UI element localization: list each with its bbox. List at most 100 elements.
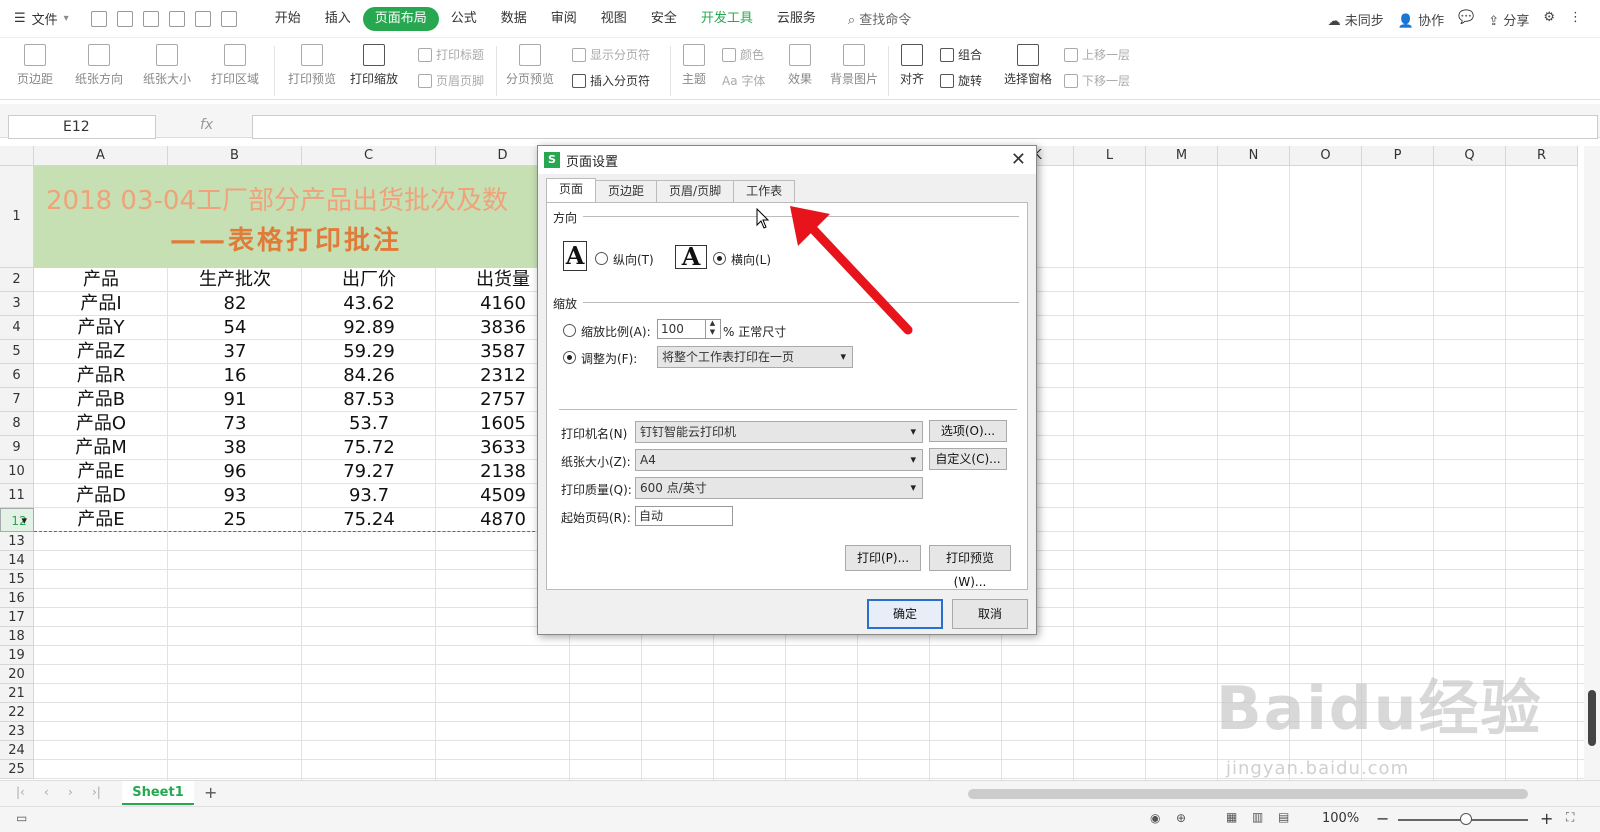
settings-icon[interactable]: ⚙ xyxy=(1543,10,1555,29)
print-titles-button[interactable]: 打印标题 xyxy=(418,46,484,63)
portrait-radio[interactable] xyxy=(595,252,608,265)
print-button[interactable]: 打印(P)... xyxy=(845,545,921,571)
tab-security[interactable]: 安全 xyxy=(639,7,689,31)
row-header[interactable]: 22 xyxy=(0,703,34,722)
fit-to-select[interactable]: 将整个工作表打印在一页 xyxy=(657,346,853,368)
row-header[interactable]: 11 xyxy=(0,484,34,508)
zoom-level[interactable]: 100% xyxy=(1322,811,1359,826)
table-cell[interactable]: 96 xyxy=(168,460,302,484)
table-cell[interactable]: 59.29 xyxy=(302,340,436,364)
table-cell[interactable]: 75.24 xyxy=(302,508,436,532)
table-cell[interactable]: 93 xyxy=(168,484,302,508)
table-cell[interactable]: 16 xyxy=(168,364,302,388)
preview-icon[interactable] xyxy=(194,10,211,27)
row-header[interactable]: 13 xyxy=(0,532,34,551)
send-backward-button[interactable]: 下移一层 xyxy=(1064,72,1130,89)
sheet-tab[interactable]: Sheet1 xyxy=(122,781,194,805)
row-header[interactable]: 3 xyxy=(0,292,34,316)
row-header[interactable]: 21 xyxy=(0,684,34,703)
header-cell[interactable]: 产品 xyxy=(34,268,168,292)
fx-icon[interactable]: fx xyxy=(200,117,213,133)
insert-page-break-button[interactable]: 插入分页符 xyxy=(572,72,650,89)
header-footer-button[interactable]: 页眉页脚 xyxy=(418,72,484,89)
scale-ratio-radio[interactable] xyxy=(563,324,576,337)
tab-review[interactable]: 审阅 xyxy=(539,7,589,31)
export-icon[interactable] xyxy=(142,10,159,27)
close-icon[interactable]: ✕ xyxy=(1011,149,1026,170)
tab-cloud[interactable]: 云服务 xyxy=(765,7,828,31)
next-sheet-icon[interactable]: › xyxy=(68,785,73,799)
table-cell[interactable]: 产品O xyxy=(34,412,168,436)
print-scale-button[interactable]: 打印缩放 xyxy=(344,40,404,87)
tab-margins[interactable]: 页边距 xyxy=(595,180,658,202)
column-header[interactable]: Q xyxy=(1434,146,1506,166)
search-command[interactable]: ⌕ 查找命令 xyxy=(848,9,911,28)
prev-sheet-icon[interactable]: ‹ xyxy=(44,785,49,799)
row-header[interactable]: 8 xyxy=(0,412,34,436)
table-cell[interactable]: 73 xyxy=(168,412,302,436)
column-header[interactable]: P xyxy=(1362,146,1434,166)
print-quality-select[interactable]: 600 点/英寸 xyxy=(635,477,923,499)
table-cell[interactable]: 产品D xyxy=(34,484,168,508)
table-cell[interactable]: 产品R xyxy=(34,364,168,388)
row-header[interactable]: 4 xyxy=(0,316,34,340)
table-cell[interactable]: 82 xyxy=(168,292,302,316)
table-cell[interactable]: 54 xyxy=(168,316,302,340)
show-page-breaks-checkbox[interactable]: 显示分页符 xyxy=(572,46,650,63)
tab-header-footer[interactable]: 页眉/页脚 xyxy=(656,180,735,202)
selection-pane-button[interactable]: 选择窗格 xyxy=(1000,40,1056,87)
paper-size-button[interactable]: 纸张大小 xyxy=(136,40,198,87)
colors-button[interactable]: 颜色 xyxy=(722,46,764,63)
fullscreen-icon[interactable]: ⛶ xyxy=(1566,810,1574,825)
save-icon[interactable] xyxy=(116,10,133,27)
start-page-input[interactable]: 自动 xyxy=(635,506,733,526)
bring-forward-button[interactable]: 上移一层 xyxy=(1064,46,1130,63)
row-header[interactable]: 2 xyxy=(0,268,34,292)
table-cell[interactable]: 产品M xyxy=(34,436,168,460)
tab-view[interactable]: 视图 xyxy=(589,7,639,31)
table-cell[interactable]: 53.7 xyxy=(302,412,436,436)
fit-to-radio[interactable] xyxy=(563,351,576,364)
input-method-icon[interactable]: ⊕ xyxy=(1176,811,1186,825)
zoom-out-icon[interactable]: − xyxy=(1376,809,1389,828)
comment-icon[interactable]: 💬 xyxy=(1458,10,1474,29)
add-sheet-icon[interactable]: + xyxy=(204,783,217,802)
collab-button[interactable]: 👤 协作 xyxy=(1398,10,1444,29)
column-header[interactable]: O xyxy=(1290,146,1362,166)
column-header[interactable]: M xyxy=(1146,146,1218,166)
table-cell[interactable]: 87.53 xyxy=(302,388,436,412)
group-button[interactable]: 组合 xyxy=(940,46,982,63)
column-header[interactable]: L xyxy=(1074,146,1146,166)
row-header[interactable]: 6 xyxy=(0,364,34,388)
table-cell[interactable]: 43.62 xyxy=(302,292,436,316)
scale-spinner[interactable]: ▲ ▼ xyxy=(705,319,719,339)
vertical-scrollbar[interactable] xyxy=(1584,146,1600,780)
share-button[interactable]: ⇪ 分享 xyxy=(1488,10,1529,29)
tab-home[interactable]: 开始 xyxy=(263,7,313,31)
table-cell[interactable]: 92.89 xyxy=(302,316,436,340)
macro-icon[interactable]: ▭ xyxy=(16,811,27,825)
row-header[interactable]: 24 xyxy=(0,741,34,760)
column-header[interactable]: R xyxy=(1506,146,1578,166)
bg-image-button[interactable]: 背景图片 xyxy=(828,40,880,87)
ok-button[interactable]: 确定 xyxy=(867,599,943,629)
row-header[interactable]: 20 xyxy=(0,665,34,684)
landscape-radio[interactable] xyxy=(713,252,726,265)
column-header[interactable]: A xyxy=(34,146,168,166)
table-cell[interactable]: 产品I xyxy=(34,292,168,316)
print-area-button[interactable]: 打印区域 xyxy=(204,40,266,87)
print-preview-button[interactable]: 打印预览 xyxy=(284,40,340,87)
margins-button[interactable]: 页边距 xyxy=(10,40,60,87)
table-cell[interactable]: 产品E xyxy=(34,508,168,532)
tab-page-layout[interactable]: 页面布局 xyxy=(362,6,439,31)
row-header[interactable]: 12 xyxy=(0,508,34,533)
new-doc-icon[interactable] xyxy=(90,10,107,27)
page-break-view-icon[interactable]: ▤ xyxy=(1278,810,1289,824)
column-header[interactable]: N xyxy=(1218,146,1290,166)
orientation-button[interactable]: 纸张方向 xyxy=(68,40,130,87)
row-header[interactable]: 19 xyxy=(0,646,34,665)
table-cell[interactable]: 25 xyxy=(168,508,302,532)
print-icon[interactable] xyxy=(168,10,185,27)
title-cell[interactable]: 2018 03-04工厂部分产品出货批次及数 ——表格打印批注 xyxy=(34,166,570,268)
tab-formula[interactable]: 公式 xyxy=(439,7,489,31)
